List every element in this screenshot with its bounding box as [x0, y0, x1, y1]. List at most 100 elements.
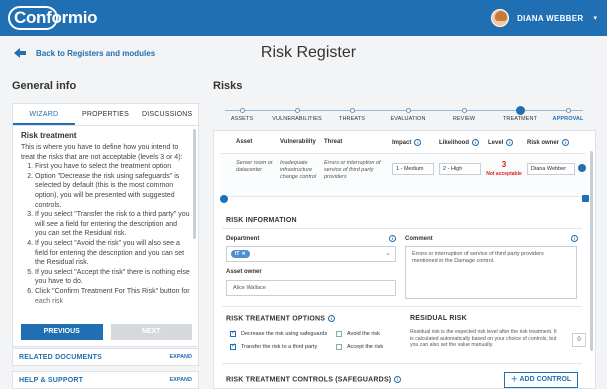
- col-likelihood: Likelihood i: [439, 139, 479, 146]
- wizard-content: Risk treatment This is where you have to…: [13, 126, 198, 322]
- transfer-risk-checkbox[interactable]: [230, 342, 236, 350]
- cell-threat: Errors or interruption of service of thi…: [324, 160, 381, 180]
- impact-select[interactable]: 1 - Medium: [392, 163, 434, 175]
- step-dot-icon: [461, 108, 467, 113]
- wizard-scrollbar[interactable]: [193, 129, 196, 239]
- help-support-label: HELP & SUPPORT: [19, 376, 84, 384]
- residual-risk-input[interactable]: 0: [572, 333, 586, 347]
- col-owner: Risk owner i: [527, 139, 570, 147]
- controls-title: RISK TREATMENT CONTROLS (SAFEGUARDS) i: [226, 376, 402, 384]
- list-item: If you select "Accept the risk" there is…: [35, 268, 190, 287]
- comment-label: Comment: [405, 236, 433, 242]
- info-icon[interactable]: i: [414, 139, 422, 146]
- decrease-risk-checkbox[interactable]: [230, 329, 236, 337]
- close-icon[interactable]: ✕: [241, 251, 245, 257]
- avoid-risk-checkbox[interactable]: [336, 331, 342, 337]
- tab-bar: WIZARD PROPERTIES DISCUSSIONS: [13, 104, 198, 126]
- table-row[interactable]: Server room or datacenter Inadequate inf…: [220, 153, 586, 197]
- col-impact: Impact i: [392, 139, 422, 147]
- info-icon[interactable]: i: [394, 376, 402, 383]
- help-support-row[interactable]: HELP & SUPPORT EXPAND: [12, 371, 199, 389]
- logo-text: Conformio: [14, 8, 98, 27]
- col-likelihood-label: Likelihood: [439, 140, 469, 147]
- step-label: APPROVAL: [552, 116, 584, 122]
- workflow-stepper: ASSETS VULNERABILITIES THREATS EVALUATIO…: [213, 103, 595, 127]
- avoid-risk-label: Avoid the risk: [347, 331, 380, 337]
- add-control-button[interactable]: ＋ ADD CONTROL: [504, 372, 578, 388]
- list-item: If you select "Avoid the risk" you will …: [35, 239, 190, 268]
- info-icon[interactable]: i: [472, 139, 479, 146]
- previous-button[interactable]: PREVIOUS: [21, 324, 103, 340]
- risk-information-title: RISK INFORMATION: [226, 217, 297, 224]
- wizard-nav: PREVIOUS NEXT: [13, 324, 200, 340]
- tab-discussions[interactable]: DISCUSSIONS: [136, 104, 198, 125]
- conformio-logo[interactable]: Conformio: [8, 6, 98, 30]
- likelihood-select[interactable]: 2 - High: [439, 163, 481, 175]
- transfer-risk-label: Transfer the risk to a third party: [241, 344, 318, 350]
- chevron-down-icon: ▾: [593, 15, 597, 22]
- divider: [222, 363, 582, 364]
- wizard-intro: This is where you have to define how you…: [21, 144, 183, 161]
- expand-link[interactable]: EXPAND: [169, 354, 192, 360]
- cell-asset: Server room or datacenter: [236, 160, 273, 173]
- next-button[interactable]: NEXT: [110, 324, 192, 340]
- department-field[interactable]: IT ✕ ⌄: [226, 246, 396, 262]
- step-approval[interactable]: APPROVAL: [537, 103, 599, 122]
- expand-row-icon[interactable]: [220, 195, 228, 203]
- step-evaluation[interactable]: EVALUATION: [377, 103, 439, 122]
- step-assets[interactable]: ASSETS: [211, 103, 273, 122]
- col-asset: Asset: [236, 139, 253, 145]
- top-bar: Conformio DIANA WEBBER ▾: [0, 0, 607, 36]
- accept-risk-label: Accept the risk: [347, 344, 384, 350]
- related-documents-row[interactable]: RELATED DOCUMENTS EXPAND: [12, 348, 199, 366]
- tab-wizard[interactable]: WIZARD: [13, 104, 75, 125]
- tab-properties[interactable]: PROPERTIES: [75, 104, 137, 125]
- accept-risk-checkbox[interactable]: [336, 344, 342, 350]
- col-level-label: Level: [488, 140, 504, 147]
- controls-title-label: RISK TREATMENT CONTROLS (SAFEGUARDS): [226, 376, 392, 384]
- info-icon[interactable]: i: [328, 315, 336, 322]
- col-level: Level i: [488, 139, 514, 147]
- wizard-title: Risk treatment: [21, 131, 77, 140]
- step-dot-icon: [565, 108, 571, 113]
- step-dot-icon: [405, 108, 411, 113]
- step-label: EVALUATION: [390, 116, 426, 122]
- department-label: Department: [226, 236, 260, 242]
- residual-risk-title: RESIDUAL RISK: [410, 315, 467, 322]
- decrease-risk-label: Decrease the risk using safeguards: [241, 331, 328, 337]
- risk-card: Asset Vulnerability Threat Impact i Likel…: [213, 130, 596, 389]
- info-icon[interactable]: i: [571, 235, 578, 242]
- step-dot-icon: [515, 106, 525, 115]
- add-control-label: ADD CONTROL: [519, 376, 572, 383]
- department-chip[interactable]: IT ✕: [231, 250, 250, 258]
- info-icon[interactable]: i: [506, 139, 514, 146]
- step-label: ASSETS: [230, 116, 254, 122]
- col-owner-label: Risk owner: [527, 140, 560, 147]
- chevron-down-icon[interactable]: ⌄: [385, 249, 391, 257]
- asset-owner-field[interactable]: Alice Wallace: [226, 280, 396, 296]
- wizard-steps: First you have to select the treatment o…: [21, 162, 190, 306]
- page-title-text: Risk Register: [260, 44, 357, 61]
- col-vulnerability: Vulnerability: [280, 139, 316, 145]
- step-review[interactable]: REVIEW: [433, 103, 495, 122]
- col-impact-label: Impact: [392, 140, 412, 147]
- step-dot-icon: [349, 108, 355, 113]
- risk-scrollbar[interactable]: [590, 151, 593, 351]
- step-threats[interactable]: THREATS: [321, 103, 383, 122]
- step-dot-icon: [294, 108, 300, 113]
- edit-icon[interactable]: [582, 195, 589, 202]
- step-label: THREATS: [339, 116, 365, 122]
- row-action-icon[interactable]: [578, 164, 586, 172]
- fade-overlay: [13, 296, 198, 322]
- page-title: Risk Register: [0, 44, 607, 62]
- owner-select[interactable]: Diana Webber: [527, 163, 575, 175]
- info-icon[interactable]: i: [389, 235, 396, 242]
- comment-textarea[interactable]: Errors or interruption of service of thi…: [405, 246, 577, 299]
- expand-link[interactable]: EXPAND: [169, 377, 192, 383]
- step-vulnerabilities[interactable]: VULNERABILITIES: [266, 103, 328, 122]
- info-icon[interactable]: i: [562, 139, 570, 146]
- user-menu[interactable]: DIANA WEBBER ▾: [491, 9, 597, 27]
- treatment-options-title: RISK TREATMENT OPTIONS i: [226, 315, 336, 322]
- risks-heading: Risks: [213, 80, 243, 92]
- asset-owner-label: Asset owner: [226, 269, 262, 275]
